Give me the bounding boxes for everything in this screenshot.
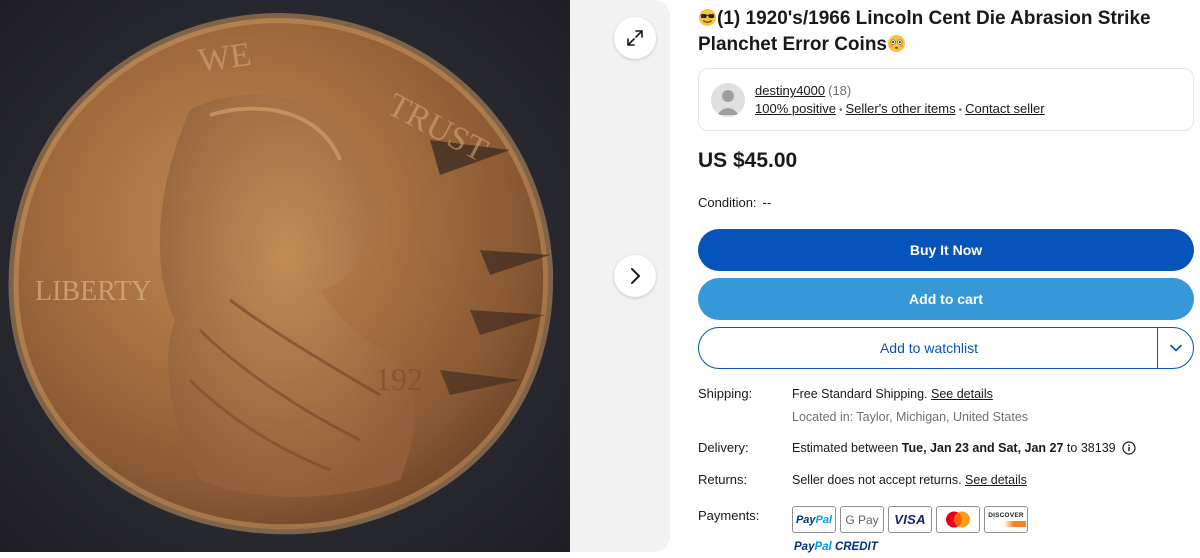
delivery-value: Estimated between Tue, Jan 23 and Sat, J… [792, 441, 1136, 455]
condition-value: -- [762, 195, 772, 210]
seller-name-link[interactable]: destiny4000 [755, 83, 825, 98]
add-to-watchlist-button[interactable]: Add to watchlist [698, 327, 1194, 369]
delivery-to-text: to [1066, 441, 1078, 455]
expand-image-button[interactable] [614, 17, 656, 59]
user-avatar-icon [711, 83, 745, 117]
location-value: Taylor, Michigan, United States [856, 410, 1029, 424]
seller-card: destiny4000 (18) 100% positive • Seller's o… [698, 68, 1194, 131]
info-icon[interactable] [1122, 441, 1136, 455]
shipping-value: Free Standard Shipping. See details [792, 387, 993, 401]
mastercard-logo [936, 506, 980, 533]
google-pay-logo: G Pay [840, 506, 884, 533]
discover-bar [986, 521, 1026, 527]
paypal-logo-text-1: PayPal [795, 513, 833, 526]
shipping-see-details-link[interactable]: See details [931, 387, 993, 401]
listing-title-text: (1) 1920's/1966 Lincoln Cent Die Abrasio… [698, 8, 1151, 55]
paypal-credit-text-2: CREDIT [834, 541, 878, 553]
delivery-label: Delivery: [698, 440, 749, 455]
paypal-credit-text-1: PayPal [794, 541, 832, 553]
coin-image: WE TRUST LIBERTY 192 [0, 0, 570, 552]
returns-value: Seller does not accept returns. See deta… [792, 473, 1027, 487]
paypal-credit-logo: PayPal CREDIT [794, 541, 878, 553]
returns-text: Seller does not accept returns. [792, 473, 962, 487]
returns-see-details-link[interactable]: See details [965, 473, 1027, 487]
item-photo[interactable]: WE TRUST LIBERTY 192 [0, 0, 570, 552]
separator-dot: • [958, 105, 963, 116]
condition-row: Condition: -- [698, 195, 771, 210]
seller-positive-link[interactable]: 100% positive [755, 101, 836, 116]
paypal-logo: PayPal [792, 506, 836, 533]
contact-seller-link[interactable]: Contact seller [965, 101, 1044, 116]
coin-text-we: WE [196, 36, 253, 80]
flushed-face-emoji-icon [887, 34, 906, 53]
payments-label: Payments: [698, 508, 760, 523]
payment-methods: PayPal G Pay VISA DISCOVER [792, 506, 1028, 533]
chevron-right-icon [631, 268, 640, 284]
location-label: Located in: [792, 410, 854, 424]
condition-label: Condition: [698, 195, 757, 210]
shipping-label: Shipping: [698, 386, 753, 401]
add-to-cart-button[interactable]: Add to cart [698, 278, 1194, 320]
visa-logo: VISA [888, 506, 932, 533]
expand-arrows-icon [627, 30, 643, 46]
buy-it-now-button[interactable]: Buy It Now [698, 229, 1194, 271]
image-gallery: WE TRUST LIBERTY 192 [0, 0, 670, 552]
coin-text-year: 192 [375, 361, 423, 397]
delivery-date-range: Tue, Jan 23 and Sat, Jan 27 [901, 441, 1064, 455]
chevron-down-icon [1170, 344, 1182, 352]
delivery-prefix: Estimated between [792, 441, 899, 455]
seller-feedback-count: (18) [828, 83, 852, 98]
delivery-zip: 38139 [1080, 441, 1116, 455]
next-image-button[interactable] [614, 255, 656, 297]
watchlist-dropdown-toggle[interactable] [1167, 340, 1185, 356]
returns-label: Returns: [698, 472, 748, 487]
mastercard-circles-icon [946, 511, 970, 528]
separator-dot: • [838, 105, 843, 116]
add-to-watchlist-label: Add to watchlist [879, 340, 979, 356]
discover-logo: DISCOVER [984, 506, 1028, 533]
seller-links: 100% positive • Seller's other items • Conta… [755, 101, 1045, 116]
sunglasses-emoji-icon [698, 8, 717, 27]
shipping-text: Free Standard Shipping. [792, 387, 928, 401]
seller-avatar[interactable] [711, 83, 745, 117]
seller-other-items-link[interactable]: Seller's other items [845, 101, 955, 116]
coin-text-liberty: LIBERTY [35, 276, 152, 307]
item-location: Located in: Taylor, Michigan, United Sta… [792, 410, 1028, 424]
discover-logo-text: DISCOVER [988, 512, 1024, 519]
item-price: US $45.00 [698, 149, 798, 172]
watchlist-divider [1157, 328, 1158, 368]
listing-title: (1) 1920's/1966 Lincoln Cent Die Abrasio… [698, 6, 1193, 58]
seller-name-row: destiny4000 (18) [755, 83, 851, 98]
